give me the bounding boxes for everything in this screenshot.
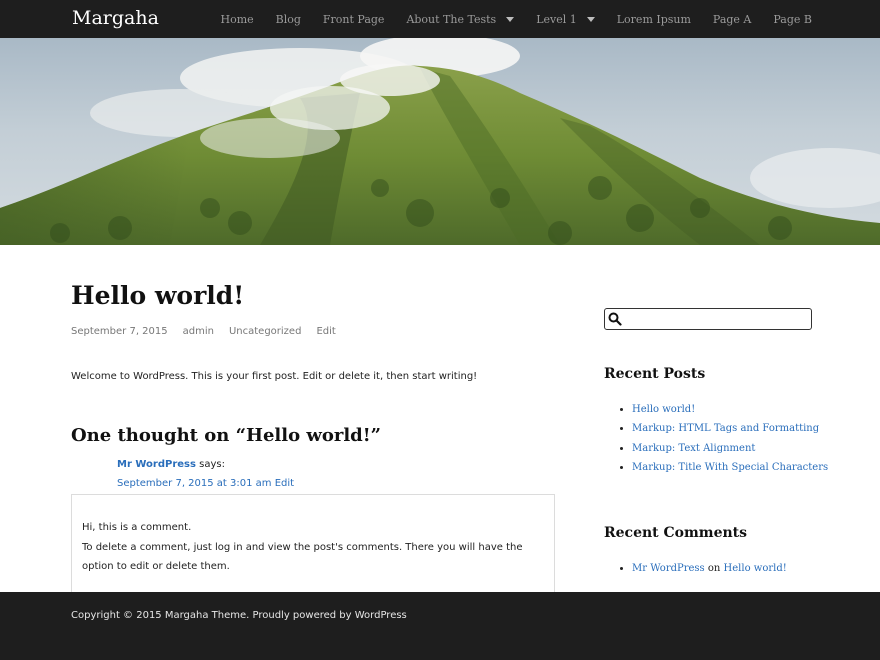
nav-item-page-b[interactable]: Page B [773, 13, 812, 26]
caret-down-icon [586, 16, 595, 22]
post-title[interactable]: Hello world! [71, 281, 244, 310]
list-item: Mr WordPress on Hello world! [632, 559, 787, 578]
mountain-illustration [0, 38, 880, 245]
top-bar: Margaha Home Blog Front Page About The T… [0, 0, 880, 38]
list-item: Markup: Text Alignment [632, 439, 828, 458]
post-category-link[interactable]: Uncategorized [229, 326, 301, 337]
search-form [604, 308, 812, 330]
comment-meta: September 7, 2015 at 3:01 am Edit [117, 478, 294, 489]
list-item: Markup: Title With Special Characters [632, 458, 828, 477]
list-item: Hello world! [632, 400, 828, 419]
main-nav: Home Blog Front Page About The Tests Lev… [198, 0, 812, 38]
post-date-link[interactable]: September 7, 2015 [71, 326, 168, 337]
nav-label: Page B [773, 12, 812, 26]
comment-author-line: Mr WordPress says: [117, 459, 225, 470]
nav-label: Lorem Ipsum [616, 12, 691, 26]
recent-posts-list: Hello world! Markup: HTML Tags and Forma… [604, 400, 828, 477]
nav-label: Page A [712, 12, 752, 26]
comment-text: Hi, this is a comment. To delete a comme… [82, 518, 552, 577]
comment-line: Hi, this is a comment. [82, 522, 192, 533]
nav-label: Level 1 [536, 12, 577, 26]
header-image [0, 38, 880, 245]
site-title[interactable]: Margaha [72, 7, 159, 29]
post-meta: September 7, 2015 admin Uncategorized Ed… [71, 326, 336, 337]
post-author-link[interactable]: admin [183, 326, 214, 337]
site-footer: Copyright © 2015 Margaha Theme. Proudly … [0, 592, 880, 660]
recent-comment-author-link[interactable]: Mr WordPress [632, 563, 705, 574]
nav-label: Blog [275, 12, 301, 26]
nav-item-about-the-tests[interactable]: About The Tests [406, 12, 515, 26]
caret-down-icon [506, 16, 515, 22]
recent-comments-list: Mr WordPress on Hello world! [604, 559, 787, 578]
comment-says: says: [199, 459, 225, 470]
recent-posts-title: Recent Posts [604, 366, 706, 382]
footer-copyright: Copyright © 2015 Margaha Theme. Proudly … [71, 610, 407, 621]
comments-title: One thought on “Hello world!” [71, 425, 382, 446]
nav-label: About The Tests [406, 12, 497, 26]
nav-item-home[interactable]: Home [220, 13, 253, 26]
nav-item-level-1[interactable]: Level 1 [536, 13, 595, 26]
nav-item-page-a[interactable]: Page A [713, 13, 751, 26]
recent-post-link[interactable]: Markup: Text Alignment [632, 443, 755, 454]
nav-item-front-page[interactable]: Front Page [323, 13, 385, 26]
recent-comment-on: on [707, 563, 721, 574]
comment-line: To delete a comment, just log in and vie… [82, 541, 523, 573]
comment-author-link[interactable]: Mr WordPress [117, 459, 196, 470]
comment-edit-link[interactable]: Edit [275, 478, 294, 489]
recent-comment-post-link[interactable]: Hello world! [724, 563, 787, 574]
search-input[interactable] [625, 310, 809, 330]
search-icon[interactable] [608, 312, 622, 326]
recent-comments-title: Recent Comments [604, 525, 748, 541]
nav-item-blog[interactable]: Blog [276, 13, 301, 26]
nav-item-lorem-ipsum[interactable]: Lorem Ipsum [617, 13, 691, 26]
recent-post-link[interactable]: Markup: Title With Special Characters [632, 462, 828, 473]
list-item: Markup: HTML Tags and Formatting [632, 419, 828, 438]
post-content: Welcome to WordPress. This is your first… [71, 371, 478, 382]
post-edit-link[interactable]: Edit [316, 326, 335, 337]
nav-label: Home [220, 12, 254, 26]
comment-date-link[interactable]: September 7, 2015 at 3:01 am [117, 478, 272, 489]
recent-post-link[interactable]: Markup: HTML Tags and Formatting [632, 423, 819, 434]
nav-label: Front Page [322, 12, 385, 26]
recent-post-link[interactable]: Hello world! [632, 404, 695, 415]
